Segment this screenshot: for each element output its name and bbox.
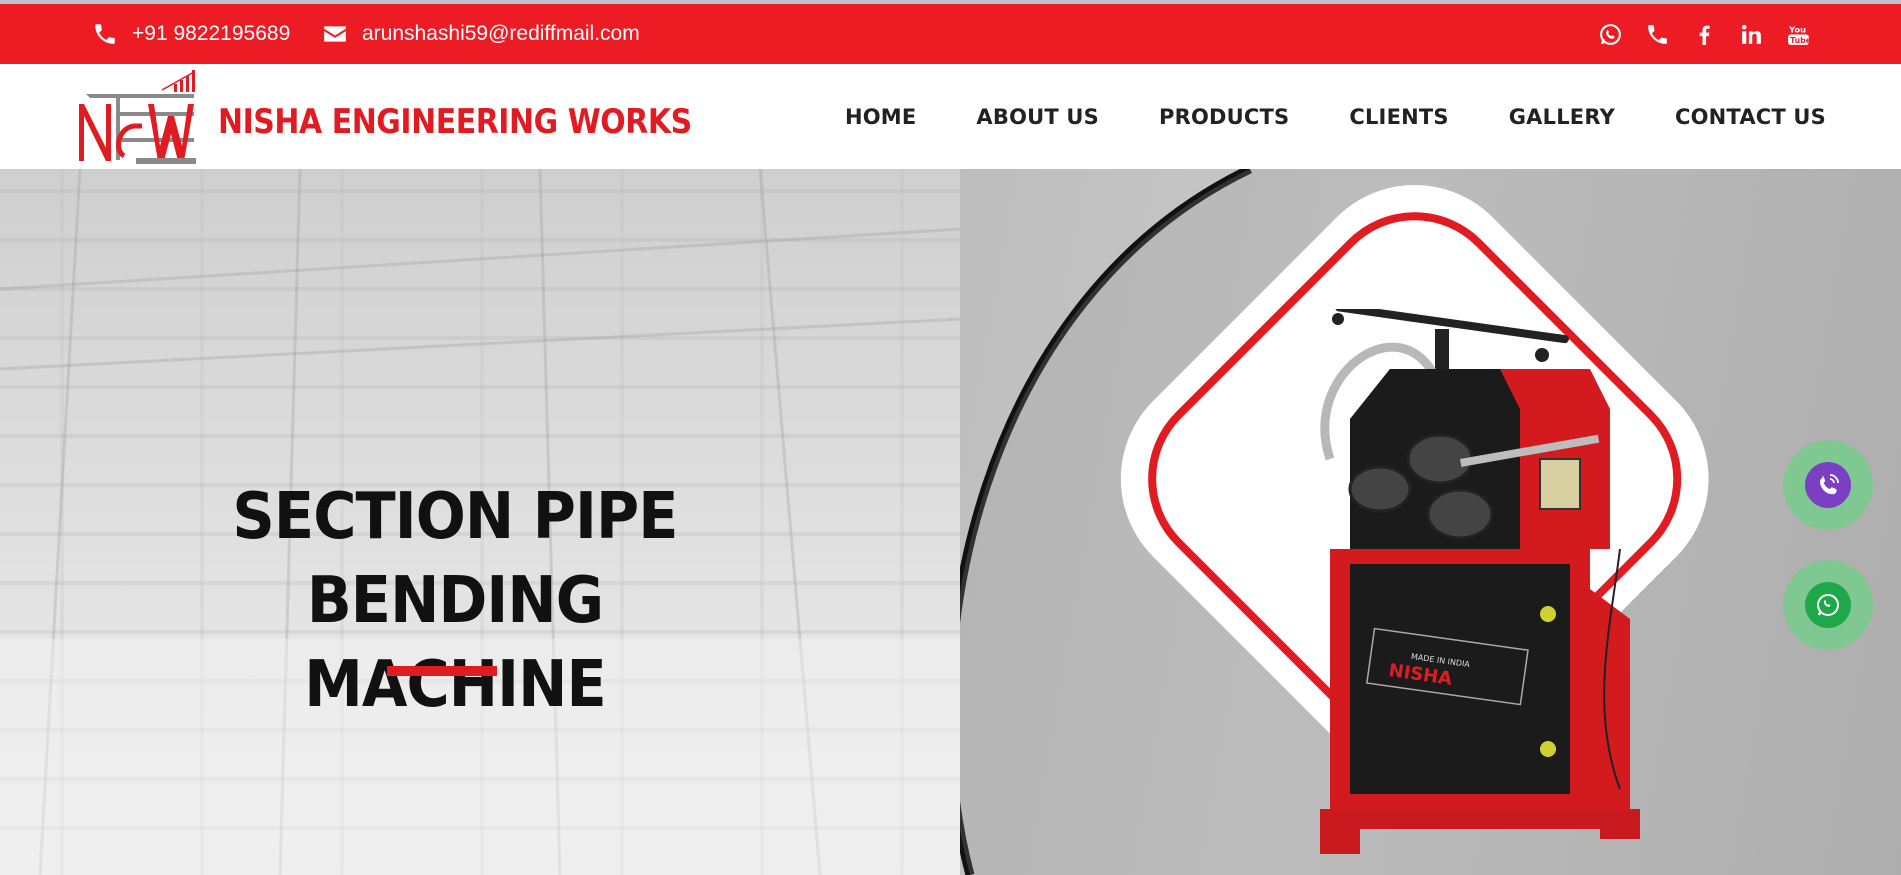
- youtube-icon[interactable]: You Tube: [1786, 22, 1811, 47]
- svg-text:You: You: [1788, 24, 1806, 34]
- email-contact[interactable]: arunshashi59@rediffmail.com: [322, 4, 640, 64]
- hero-title-underline: [387, 666, 497, 676]
- svg-text:Tube: Tube: [1790, 35, 1811, 44]
- nav-contact-us[interactable]: CONTACT US: [1675, 105, 1826, 129]
- top-contact-bar: +91 9822195689 arunshashi59@rediffmail.c…: [0, 4, 1901, 64]
- nav-products[interactable]: PRODUCTS: [1159, 105, 1289, 129]
- nav-clients[interactable]: CLIENTS: [1349, 105, 1448, 129]
- hero-title-line-2: BENDING MACHINE: [304, 564, 607, 722]
- floating-whatsapp-button[interactable]: [1783, 560, 1873, 650]
- hero-title-line-1: SECTION PIPE: [232, 480, 678, 554]
- nav-home[interactable]: HOME: [845, 105, 916, 129]
- floating-call-button[interactable]: [1783, 440, 1873, 530]
- logo[interactable]: [76, 66, 206, 166]
- whatsapp-icon[interactable]: [1598, 22, 1623, 47]
- phone-icon: [92, 21, 118, 47]
- envelope-icon: [322, 21, 348, 47]
- hero-title: SECTION PIPE BENDING MACHINE: [156, 475, 754, 727]
- phone-icon[interactable]: [1645, 22, 1670, 47]
- nav-gallery[interactable]: GALLERY: [1509, 105, 1615, 129]
- pipe-bending-machine-image: MADE IN INDIA NISHA: [1320, 309, 1640, 854]
- facebook-icon[interactable]: [1692, 22, 1717, 47]
- site-header: NISHA ENGINEERING WORKS HOME ABOUT US PR…: [0, 64, 1901, 169]
- linkedin-icon[interactable]: [1739, 22, 1764, 47]
- viber-call-icon: [1805, 462, 1851, 508]
- phone-number: +91 9822195689: [132, 22, 291, 45]
- phone-contact[interactable]: +91 9822195689: [92, 4, 290, 64]
- nav-about-us[interactable]: ABOUT US: [976, 105, 1099, 129]
- whatsapp-icon: [1805, 582, 1851, 628]
- main-nav: HOME ABOUT US PRODUCTS CLIENTS GALLERY C…: [845, 64, 1826, 169]
- hero-banner: MADE IN INDIA NISHA SECTION PIPE BENDING…: [0, 169, 1901, 875]
- social-links: You Tube: [1598, 4, 1811, 64]
- email-address: arunshashi59@rediffmail.com: [362, 22, 640, 45]
- brand-name[interactable]: NISHA ENGINEERING WORKS: [218, 102, 692, 142]
